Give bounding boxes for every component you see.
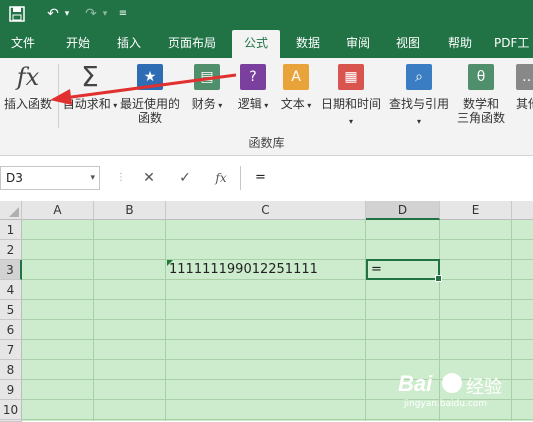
undo-icon[interactable]: ↶: [42, 4, 64, 24]
cell-c3-value: 111111199012251111: [169, 262, 318, 277]
redo-dropdown-icon[interactable]: ▾: [100, 4, 110, 24]
row-header-5[interactable]: 5: [0, 300, 22, 320]
lookup-reference-label: 查找与引用: [388, 97, 449, 111]
text-label: 文本: [280, 97, 305, 111]
column-header-a[interactable]: A: [22, 201, 94, 220]
select-all-corner[interactable]: [0, 201, 22, 220]
gridline: [22, 319, 533, 320]
tab-help[interactable]: 帮助: [440, 28, 480, 58]
tab-data[interactable]: 数据: [288, 28, 328, 58]
watermark-url: jingyan.baidu.com: [404, 399, 488, 409]
column-header-e[interactable]: E: [440, 201, 512, 220]
tab-review[interactable]: 审阅: [338, 28, 378, 58]
row-header-6[interactable]: 6: [0, 320, 22, 340]
paw-logo-icon: [442, 373, 462, 393]
column-header-b[interactable]: B: [94, 201, 166, 220]
formula-input[interactable]: =: [240, 166, 533, 190]
gridline: [22, 359, 533, 360]
cell-d3-active[interactable]: =: [366, 259, 442, 282]
row-header-8[interactable]: 8: [0, 360, 22, 380]
math-trig-label: 数学和 三角函数: [456, 97, 505, 125]
insert-function-fx-icon[interactable]: fx: [208, 166, 234, 190]
gridline: [365, 220, 366, 421]
cancel-icon[interactable]: ✕: [136, 166, 162, 190]
customize-qat-icon[interactable]: ≡: [116, 4, 130, 24]
gridline: [93, 220, 94, 421]
annotation-arrow: [50, 73, 237, 105]
name-box-value: D3: [6, 171, 23, 185]
worksheet-grid[interactable]: A B C D E 1 2 3 4 5 6 7 8 9 10 11 111111…: [0, 201, 533, 422]
save-icon[interactable]: [6, 4, 28, 24]
more-functions-button[interactable]: … 其他: [516, 62, 533, 111]
more-icon: …: [516, 64, 533, 90]
drag-handle-icon[interactable]: ⋮: [108, 166, 134, 190]
undo-dropdown-icon[interactable]: ▾: [62, 4, 72, 24]
column-header-d[interactable]: D: [366, 201, 440, 220]
fill-handle[interactable]: [435, 275, 442, 282]
name-box[interactable]: D3 ▾: [0, 166, 100, 190]
tab-formulas[interactable]: 公式: [232, 30, 280, 58]
search-icon: ⌕: [406, 64, 432, 90]
gridline: [165, 220, 166, 421]
gridline: [22, 419, 533, 420]
math-trig-button[interactable]: θ 数学和 三角函数: [452, 62, 510, 125]
column-header-c[interactable]: C: [166, 201, 366, 220]
row-header-2[interactable]: 2: [0, 240, 22, 260]
redo-icon[interactable]: ↷: [80, 4, 102, 24]
row-header-10[interactable]: 10: [0, 400, 22, 420]
row-header-9[interactable]: 9: [0, 380, 22, 400]
calendar-icon: ▦: [338, 64, 364, 90]
text-button[interactable]: A 文本 ▾: [276, 62, 316, 113]
gridline: [22, 339, 533, 340]
date-time-button[interactable]: ▦ 日期和时间 ▾: [318, 62, 384, 129]
tab-pdf[interactable]: PDF工: [494, 28, 533, 58]
cell-d3-value: =: [371, 262, 382, 277]
row-header-4[interactable]: 4: [0, 280, 22, 300]
tab-file[interactable]: 文件: [0, 28, 46, 58]
theta-icon: θ: [468, 64, 494, 90]
gridline: [22, 299, 533, 300]
row-header-3[interactable]: 3: [0, 260, 22, 280]
enter-icon[interactable]: ✓: [172, 166, 198, 190]
row-header-1[interactable]: 1: [0, 220, 22, 240]
baidu-watermark: Bai 经验 jingyan.baidu.com: [398, 371, 533, 419]
watermark-brand-cn: 经验: [466, 377, 502, 398]
tab-home[interactable]: 开始: [52, 28, 104, 58]
ribbon-tabs: 文件 开始 插入 页面布局 公式 数据 审阅 视图 帮助 PDF工: [0, 28, 533, 58]
tab-page-layout[interactable]: 页面布局: [160, 28, 224, 58]
column-header-f[interactable]: [512, 201, 533, 220]
row-header-7[interactable]: 7: [0, 340, 22, 360]
tab-view[interactable]: 视图: [388, 28, 428, 58]
tab-insert[interactable]: 插入: [108, 28, 150, 58]
lookup-reference-button[interactable]: ⌕ 查找与引用 ▾: [386, 62, 452, 129]
title-bar: ↶ ▾ ↷ ▾ ≡: [0, 0, 533, 28]
watermark-brand: Bai: [398, 371, 433, 396]
name-box-dropdown-icon[interactable]: ▾: [90, 167, 95, 189]
function-library-group-label: 函数库: [248, 136, 285, 150]
text-a-icon: A: [283, 64, 309, 90]
date-time-label: 日期和时间: [320, 97, 381, 111]
cell-c3[interactable]: 111111199012251111: [166, 260, 365, 280]
formula-bar: D3 ▾ ⋮ ✕ ✓ fx =: [0, 160, 533, 196]
gridline: [22, 239, 533, 240]
more-functions-label: 其他: [516, 97, 533, 111]
